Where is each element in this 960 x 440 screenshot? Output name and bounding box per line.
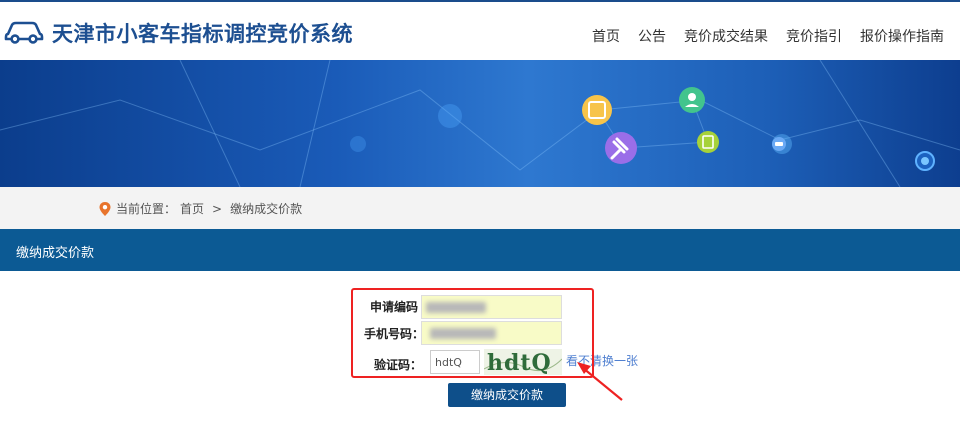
submit-payment-button[interactable]: 缴纳成交价款 — [448, 383, 566, 407]
nav-bidding-guide[interactable]: 竞价指引 — [786, 26, 842, 46]
captcha-image[interactable]: hdtQ — [484, 349, 562, 375]
gavel-bubble-icon — [605, 132, 637, 164]
calculator-bubble-icon — [582, 95, 612, 125]
captcha-input[interactable]: hdtQ — [430, 350, 480, 374]
site-header: 天津市小客车指标调控竞价系统 首页 公告 竞价成交结果 竞价指引 报价操作指南 — [0, 2, 960, 60]
section-title: 缴纳成交价款 — [16, 246, 95, 261]
phone-input[interactable] — [421, 321, 562, 345]
car-bubble-icon — [772, 137, 786, 151]
location-pin-icon — [99, 201, 111, 216]
refresh-captcha-link[interactable]: 看不清换一张 — [566, 352, 638, 369]
breadcrumb-bar: 当前位置： 首页 > 缴纳成交价款 — [0, 187, 960, 229]
breadcrumb-current: 缴纳成交价款 — [230, 202, 303, 216]
site-title: 天津市小客车指标调控竞价系统 — [52, 22, 353, 46]
application-code-label: 申请编码 — [369, 300, 418, 314]
breadcrumb-separator: > — [212, 201, 223, 216]
captcha-graphic: hdtQ — [484, 350, 562, 375]
person-bubble-icon — [679, 87, 705, 113]
section-header-bar: 缴纳成交价款 — [0, 229, 960, 271]
phone-label: 手机号码： — [363, 327, 424, 341]
svg-text:hdtQ: hdtQ — [487, 350, 552, 375]
breadcrumb-prefix: 当前位置： — [116, 202, 177, 216]
breadcrumb: 当前位置： 首页 > 缴纳成交价款 — [98, 200, 302, 217]
banner-graphic — [0, 60, 960, 187]
main-nav: 首页 公告 竞价成交结果 竞价指引 报价操作指南 — [592, 26, 944, 46]
captcha-label: 验证码： — [373, 358, 422, 372]
nav-home[interactable]: 首页 — [592, 26, 620, 46]
hero-banner — [0, 60, 960, 187]
nav-operation-guide[interactable]: 报价操作指南 — [860, 26, 944, 46]
application-code-input[interactable] — [421, 295, 562, 319]
nav-bidding-results[interactable]: 竞价成交结果 — [684, 26, 768, 46]
document-bubble-icon — [697, 131, 719, 153]
breadcrumb-home[interactable]: 首页 — [180, 200, 204, 217]
nav-announcements[interactable]: 公告 — [638, 26, 666, 46]
redacted-value — [426, 302, 486, 313]
car-logo-icon — [4, 21, 44, 44]
redacted-value — [430, 328, 496, 339]
